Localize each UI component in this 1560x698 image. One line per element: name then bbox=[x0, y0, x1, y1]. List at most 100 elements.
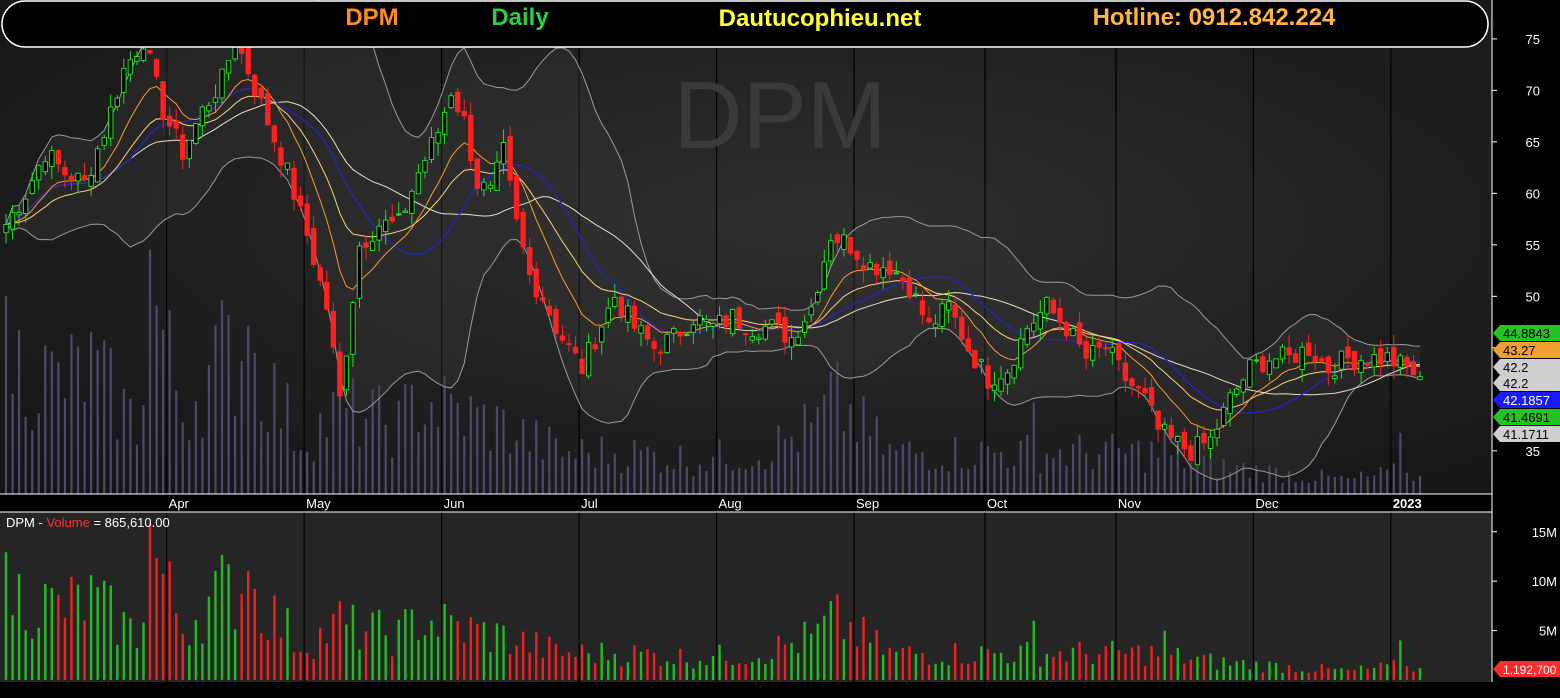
candle-body bbox=[1103, 347, 1109, 350]
candle-body bbox=[291, 167, 297, 200]
candle-body bbox=[998, 378, 1004, 392]
price-tick-label: 75 bbox=[1526, 32, 1540, 47]
candle-body bbox=[252, 74, 258, 96]
candle-body bbox=[36, 165, 42, 181]
candle-body bbox=[1286, 347, 1292, 356]
candle-body bbox=[723, 315, 729, 327]
month-label: Jun bbox=[444, 496, 465, 511]
candle-body bbox=[985, 365, 991, 389]
price-badge-label: 42.1857 bbox=[1503, 393, 1550, 408]
candle-body bbox=[1332, 375, 1338, 380]
candle-body bbox=[1004, 372, 1011, 385]
candle-body bbox=[62, 166, 68, 176]
month-label: Jul bbox=[581, 496, 598, 511]
candle-body bbox=[481, 181, 487, 191]
candle-body bbox=[677, 332, 683, 337]
candle-body bbox=[1057, 307, 1063, 323]
candle-body bbox=[147, 50, 153, 54]
candle-body bbox=[710, 323, 716, 328]
candle-body bbox=[592, 344, 598, 350]
candle-body bbox=[671, 328, 677, 334]
candle-body bbox=[913, 293, 919, 296]
candle-body bbox=[697, 315, 703, 326]
candle-body bbox=[1378, 348, 1384, 365]
candle-body bbox=[1292, 353, 1299, 364]
candle-body bbox=[795, 336, 801, 346]
candle-body bbox=[873, 264, 880, 276]
header-period: Daily bbox=[491, 4, 549, 31]
header-site: Dautucophieu.net bbox=[719, 5, 922, 32]
candle-body bbox=[625, 305, 631, 323]
candle-body bbox=[225, 60, 232, 74]
price-tick-label: 55 bbox=[1526, 238, 1540, 253]
candle-body bbox=[199, 106, 206, 127]
candle-body bbox=[1201, 432, 1207, 444]
candle-body bbox=[644, 325, 651, 340]
month-label: Apr bbox=[169, 496, 190, 511]
candle-body bbox=[186, 139, 192, 160]
candle-body bbox=[108, 106, 114, 139]
candle-body bbox=[821, 261, 827, 290]
month-label: Aug bbox=[719, 496, 742, 511]
volume-badge-label: 1,192,700 bbox=[1503, 663, 1557, 677]
candle-body bbox=[756, 337, 762, 341]
candle-body bbox=[474, 158, 481, 189]
candle-body bbox=[81, 175, 88, 180]
candle-body bbox=[945, 301, 952, 311]
candle-body bbox=[441, 111, 448, 135]
candle-body bbox=[487, 184, 494, 189]
candle-body bbox=[461, 110, 467, 117]
candle-body bbox=[769, 319, 775, 325]
header-hotline: Hotline: 0912.842.224 bbox=[1093, 4, 1336, 31]
price-badge-label: 44.8843 bbox=[1503, 326, 1550, 341]
candle-body bbox=[1404, 356, 1410, 367]
candle-body bbox=[1299, 346, 1305, 370]
candle-body bbox=[939, 303, 945, 328]
candle-body bbox=[1109, 347, 1116, 353]
candle-body bbox=[193, 123, 199, 144]
candle-body bbox=[258, 87, 265, 99]
candle-body bbox=[559, 335, 566, 341]
candle-body bbox=[834, 234, 841, 244]
candle-body bbox=[1122, 362, 1129, 382]
price-tick-label: 65 bbox=[1526, 135, 1540, 150]
candle-body bbox=[454, 91, 461, 113]
candle-body bbox=[631, 305, 638, 329]
price-badge-label: 42.2 bbox=[1503, 360, 1528, 375]
candle-body bbox=[533, 268, 539, 298]
candle-body bbox=[690, 324, 697, 333]
candle-body bbox=[1175, 435, 1181, 442]
candle-body bbox=[1168, 424, 1174, 438]
candle-body bbox=[880, 267, 886, 279]
candle-body bbox=[1253, 359, 1260, 362]
candle-body bbox=[1319, 358, 1325, 362]
candle-body bbox=[448, 95, 454, 109]
candle-body bbox=[1207, 436, 1214, 449]
candle-body bbox=[1037, 312, 1044, 330]
price-badge-label: 41.1711 bbox=[1503, 427, 1549, 442]
candle-body bbox=[1129, 378, 1135, 387]
candle-body bbox=[1017, 338, 1024, 369]
candle-body bbox=[350, 302, 356, 355]
volume-title: DPM - Volume = 865,610.00 bbox=[6, 515, 170, 530]
month-label: Nov bbox=[1118, 496, 1142, 511]
candle-body bbox=[932, 323, 939, 328]
candle-body bbox=[389, 216, 395, 222]
candle-body bbox=[815, 291, 821, 303]
candle-body bbox=[376, 225, 382, 241]
candle-body bbox=[703, 318, 710, 323]
candle-body bbox=[900, 277, 906, 282]
candle-body bbox=[3, 223, 9, 234]
candle-body bbox=[101, 137, 107, 146]
candle-body bbox=[585, 342, 592, 377]
candle-body bbox=[1410, 361, 1417, 376]
candle-body bbox=[1391, 346, 1397, 367]
candle-body bbox=[22, 198, 29, 215]
candle-body bbox=[317, 267, 323, 281]
candle-body bbox=[507, 135, 513, 181]
candle-body bbox=[245, 46, 251, 75]
candle-body bbox=[546, 305, 553, 316]
candle-body bbox=[1181, 431, 1188, 450]
candle-body bbox=[212, 97, 219, 103]
candle-body bbox=[749, 336, 755, 341]
